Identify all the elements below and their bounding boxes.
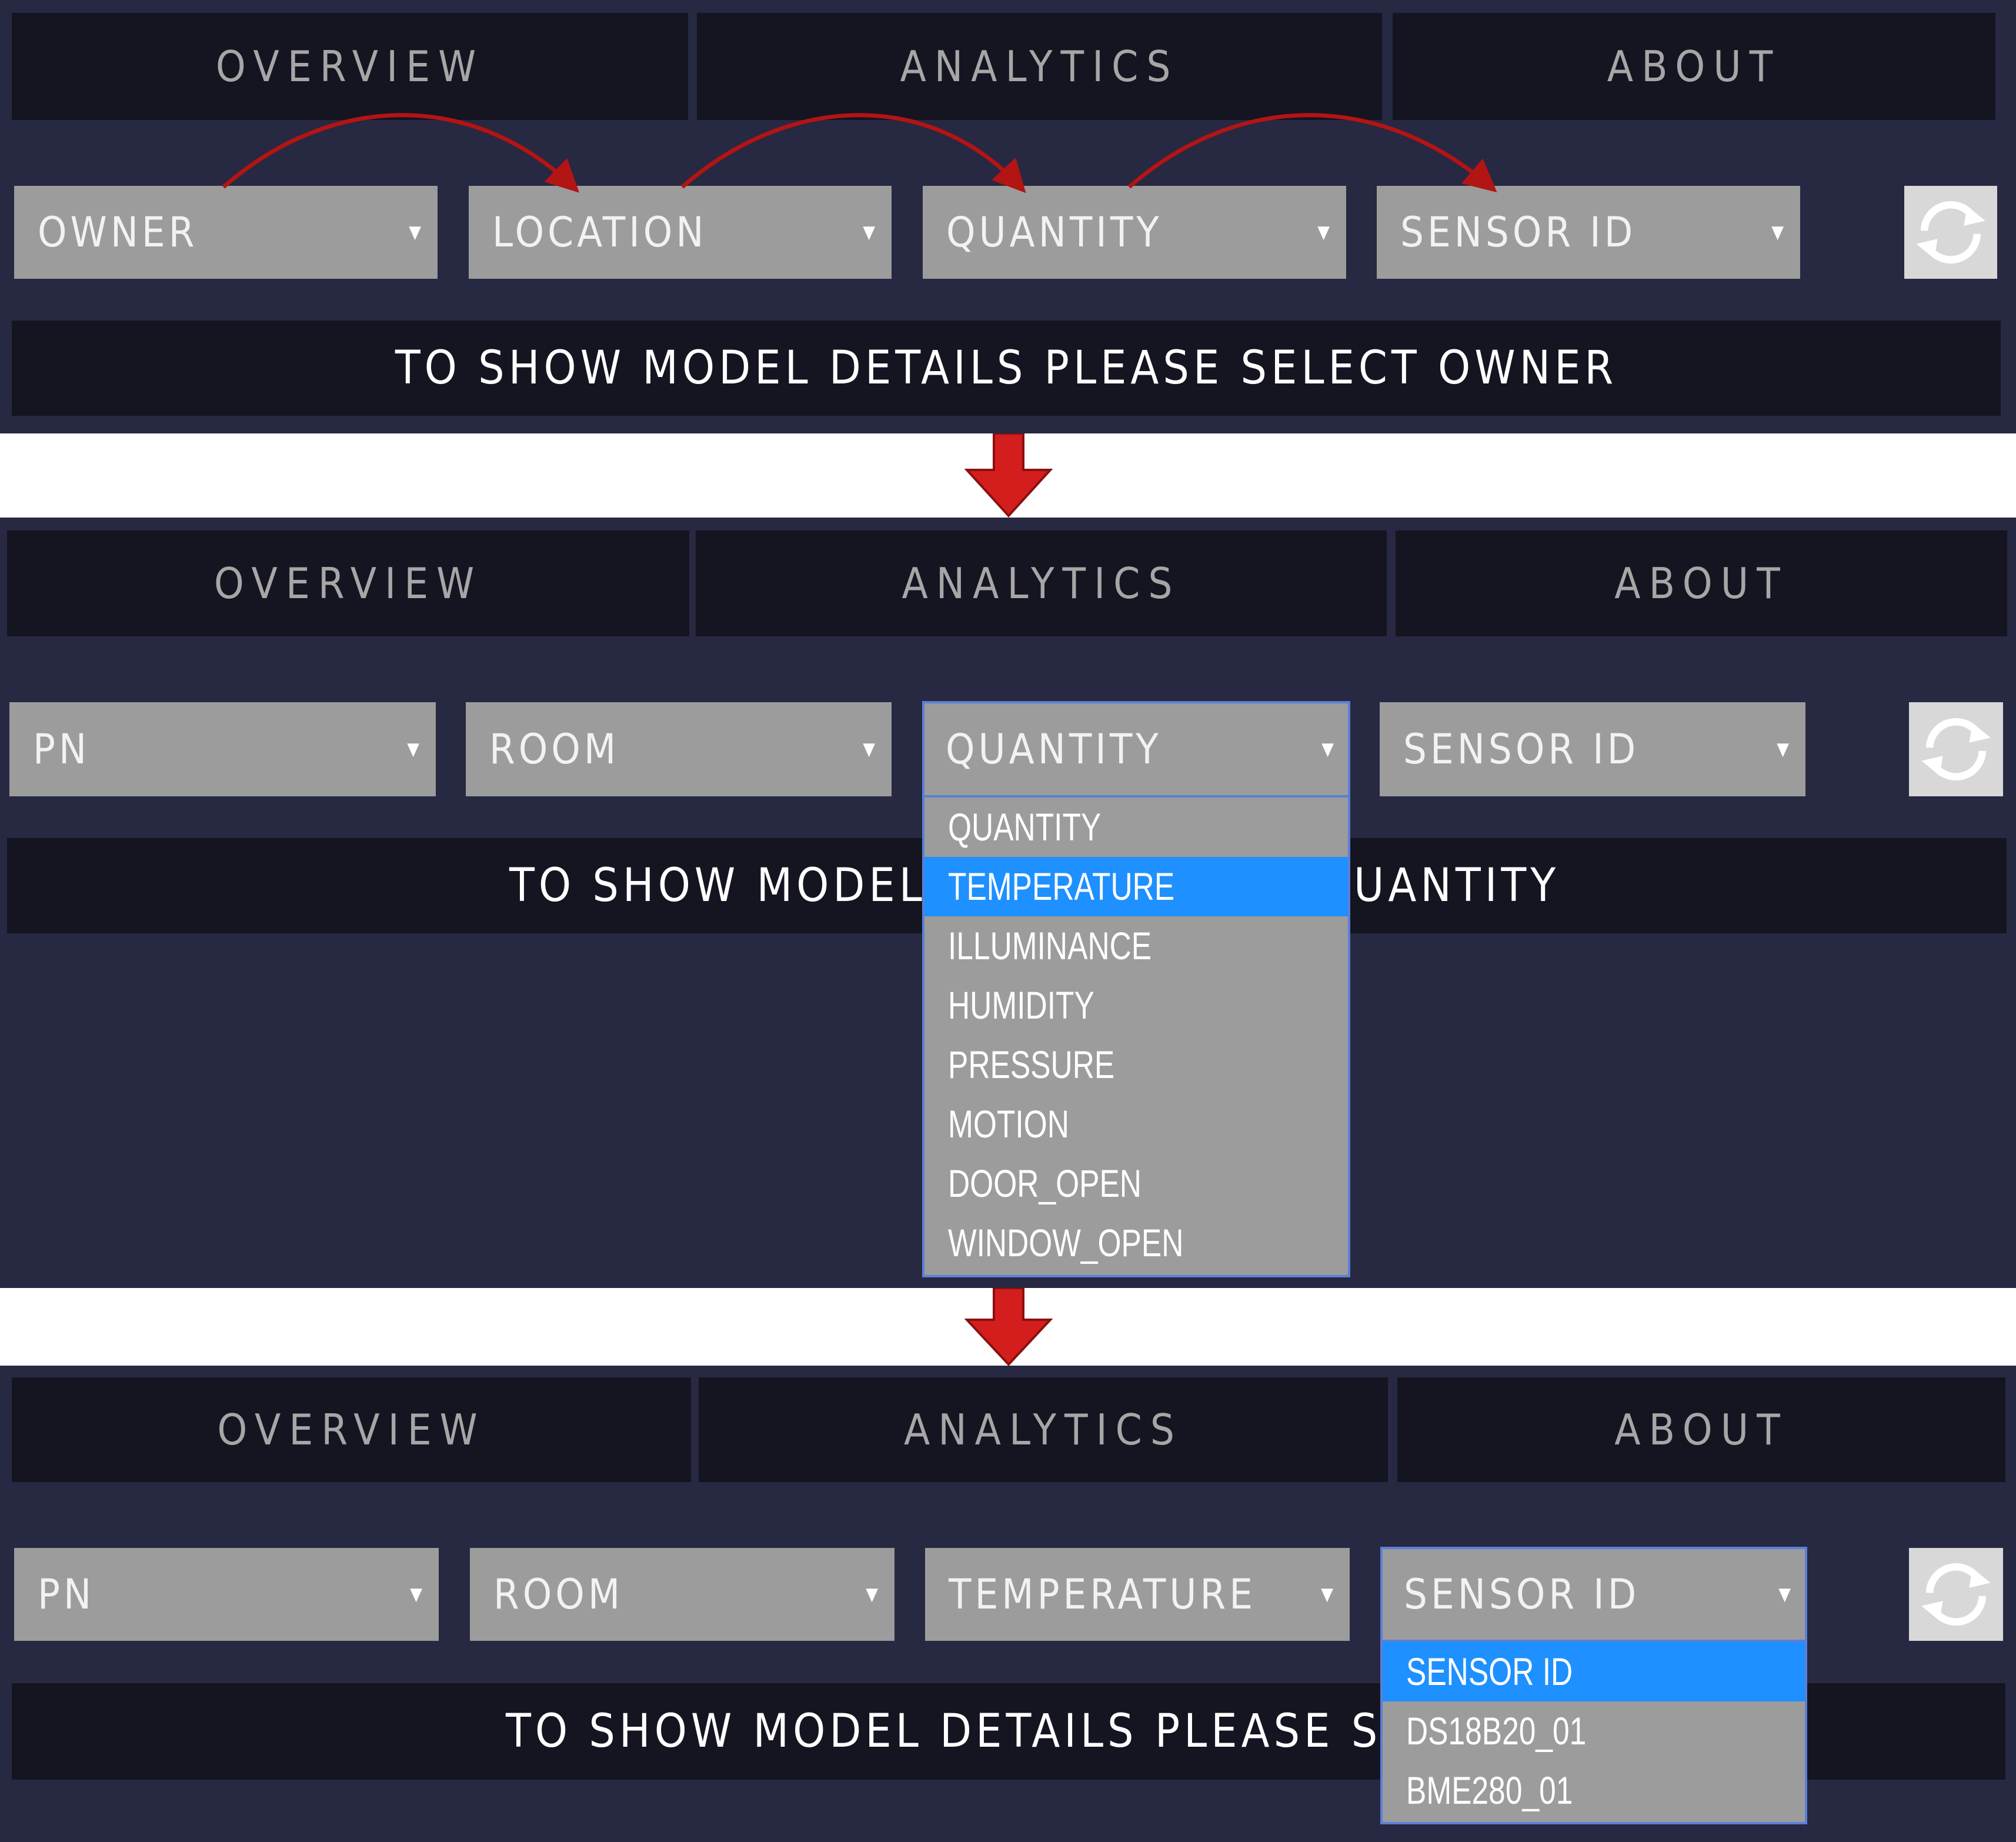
pn-select-value: PN <box>33 725 91 773</box>
curved-arrow-icon <box>1127 113 1497 193</box>
dropdown-option[interactable]: WINDOW_OPEN <box>924 1213 1348 1273</box>
tab-about[interactable]: ABOUT <box>1397 1377 2005 1482</box>
room-select[interactable]: ROOM ▼ <box>466 702 892 796</box>
dashboard-panel-step-2: OVERVIEW ANALYTICS ABOUT PN ▼ ROOM ▼ TO … <box>0 518 2016 1288</box>
tab-overview[interactable]: OVERVIEW <box>12 1377 691 1482</box>
arrow-down-icon <box>964 1288 1053 1366</box>
tab-overview[interactable]: OVERVIEW <box>7 530 689 636</box>
dropdown-option[interactable]: DS18B20_01 <box>1383 1701 1805 1761</box>
caret-down-icon: ▼ <box>1321 1584 1333 1605</box>
quantity-dropdown-list: QUANTITY TEMPERATURE ILLUMINANCE HUMIDIT… <box>922 797 1350 1277</box>
dropdown-option[interactable]: PRESSURE <box>924 1035 1348 1094</box>
refresh-button[interactable] <box>1909 702 2003 796</box>
tab-analytics[interactable]: ANALYTICS <box>699 1377 1388 1482</box>
caret-down-icon: ▼ <box>866 1584 878 1605</box>
tab-analytics[interactable]: ANALYTICS <box>696 530 1387 636</box>
caret-down-icon: ▼ <box>1777 739 1789 760</box>
tab-about[interactable]: ABOUT <box>1396 530 2007 636</box>
pn-select-value: PN <box>38 1570 95 1619</box>
refresh-icon <box>1921 718 1991 780</box>
room-select-value: ROOM <box>493 1570 624 1619</box>
quantity-select[interactable]: QUANTITY ▼ <box>922 701 1350 797</box>
dropdown-option[interactable]: BME280_01 <box>1383 1761 1805 1820</box>
quantity-select[interactable]: TEMPERATURE ▼ <box>925 1548 1350 1641</box>
sensor-id-select-value: SENSOR ID <box>1403 725 1640 773</box>
room-select[interactable]: ROOM ▼ <box>470 1548 894 1641</box>
quantity-select-value: TEMPERATURE <box>949 1570 1256 1619</box>
dropdown-option[interactable]: QUANTITY <box>924 797 1348 857</box>
room-select-value: ROOM <box>489 725 620 773</box>
caret-down-icon: ▼ <box>863 739 875 760</box>
arrow-down-icon <box>964 433 1053 518</box>
dropdown-option[interactable]: ILLUMINANCE <box>924 916 1348 976</box>
dropdown-option-highlighted[interactable]: SENSOR ID <box>1383 1642 1805 1701</box>
dashboard-panel-step-3: OVERVIEW ANALYTICS ABOUT PN ▼ ROOM ▼ TEM… <box>0 1366 2016 1842</box>
sensor-id-select-value: SENSOR ID <box>1404 1570 1640 1619</box>
caret-down-icon: ▼ <box>410 1584 422 1605</box>
selection-flow-arrows <box>222 113 1497 193</box>
caret-down-icon: ▼ <box>1321 739 1334 760</box>
sensor-id-dropdown-list: SENSOR ID DS18B20_01 BME280_01 <box>1380 1642 1807 1824</box>
curved-arrow-icon <box>222 113 580 193</box>
pn-select[interactable]: PN ▼ <box>14 1548 439 1641</box>
dropdown-option[interactable]: HUMIDITY <box>924 976 1348 1035</box>
quantity-select-value: QUANTITY <box>946 725 1162 773</box>
dropdown-option[interactable]: DOOR_OPEN <box>924 1154 1348 1213</box>
pn-select[interactable]: PN ▼ <box>9 702 436 796</box>
caret-down-icon: ▼ <box>1778 1584 1791 1605</box>
dropdown-option[interactable]: MOTION <box>924 1094 1348 1154</box>
dropdown-option-highlighted[interactable]: TEMPERATURE <box>924 857 1348 916</box>
refresh-button[interactable] <box>1909 1548 2003 1641</box>
status-message-right: UANTITY <box>1354 859 1560 912</box>
curved-arrow-icon <box>680 113 1026 193</box>
refresh-icon <box>1921 1563 1991 1626</box>
sensor-id-select[interactable]: SENSOR ID ▼ <box>1380 1547 1807 1642</box>
caret-down-icon: ▼ <box>407 739 419 760</box>
sensor-id-select[interactable]: SENSOR ID ▼ <box>1380 702 1805 796</box>
